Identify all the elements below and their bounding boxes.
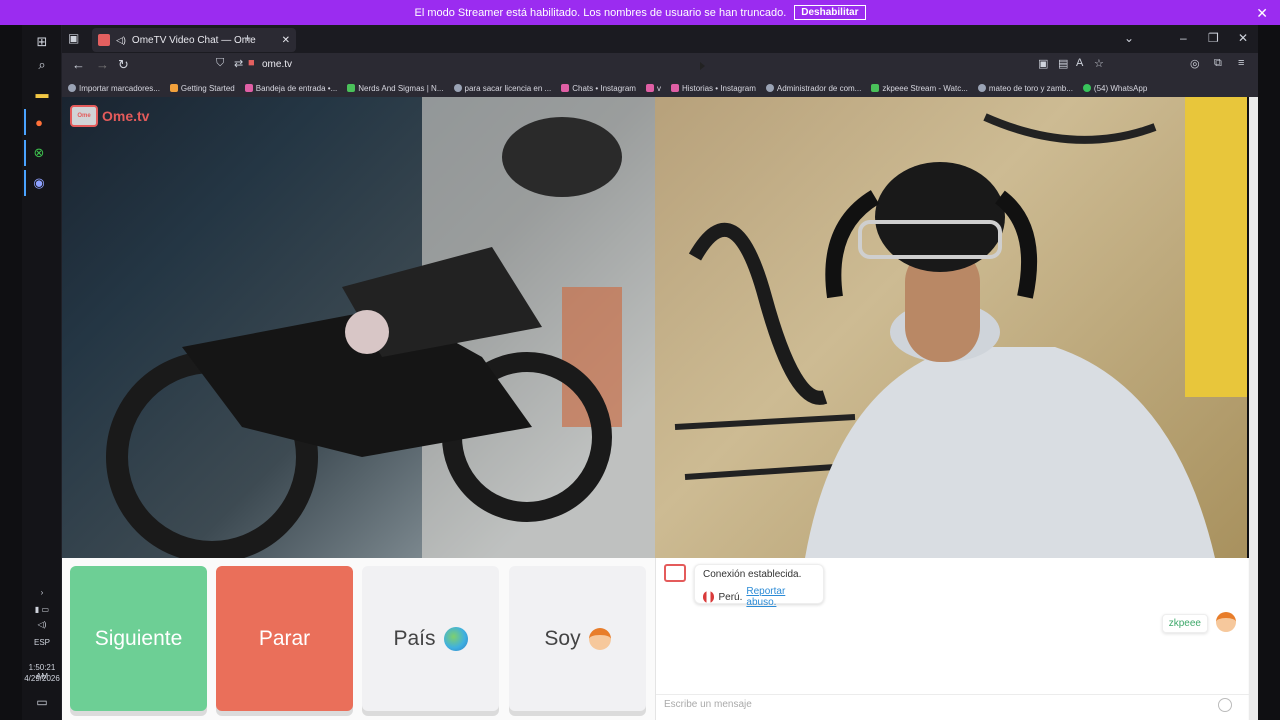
chevron-down-icon[interactable]: ⌄: [1124, 31, 1134, 45]
close-icon[interactable]: ✕: [1256, 5, 1268, 22]
connection-text: Conexión establecida.: [703, 569, 802, 580]
peru-flag-icon: [703, 591, 715, 603]
discord-icon[interactable]: ◉: [24, 170, 52, 196]
bookmark-item[interactable]: Importar marcadores...: [68, 84, 160, 93]
notification-icon[interactable]: ▭: [22, 695, 62, 709]
tab-title: OmeTV Video Chat — Ome: [131, 34, 256, 46]
webcam-scene: [674, 97, 1247, 558]
extensions-icon[interactable]: ⧉: [1214, 57, 1222, 70]
stranger-video: Ome Ome.tv: [62, 97, 655, 558]
chat-panel: Conexión establecida. Perú. Reportar abu…: [655, 558, 1249, 720]
window-close-icon[interactable]: ✕: [1238, 31, 1248, 45]
ometv-controls: Siguiente Parar País Soy Conexión establ…: [62, 558, 1258, 720]
chevron-up-icon[interactable]: ›: [22, 588, 62, 597]
ometv-logo: Ome Ome.tv: [70, 105, 149, 127]
tab-audio-icon[interactable]: ◁): [116, 35, 126, 46]
picture-in-picture-icon[interactable]: ▣: [1038, 57, 1048, 70]
url-bar[interactable]: ome.tv: [262, 59, 292, 70]
firefox-icon[interactable]: ●: [24, 109, 52, 135]
speaker-icon[interactable]: ◁): [22, 620, 62, 629]
bookmark-item[interactable]: Chats • Instagram: [561, 84, 636, 93]
stop-button[interactable]: Parar: [216, 566, 353, 711]
bookmark-item[interactable]: Nerds And Sigmas | N...: [347, 84, 444, 93]
back-icon[interactable]: ←: [72, 57, 85, 72]
bookmarks-bar: Importar marcadores... Getting Started B…: [62, 79, 1258, 97]
bookmark-item[interactable]: Getting Started: [169, 84, 235, 93]
bookmark-item[interactable]: (54) WhatsApp: [1082, 84, 1147, 93]
new-tab-icon[interactable]: +: [244, 31, 251, 45]
account-icon[interactable]: ◎: [1190, 57, 1200, 70]
forward-icon[interactable]: →: [96, 57, 109, 72]
bookmark-item[interactable]: v: [645, 84, 661, 93]
shield-icon[interactable]: ⛉: [216, 57, 224, 70]
translate-icon[interactable]: A: [1076, 57, 1083, 69]
disable-streamer-button[interactable]: Deshabilitar: [794, 5, 866, 20]
restore-icon[interactable]: ❐: [1208, 31, 1219, 45]
bookmark-star-icon[interactable]: ☆: [1094, 57, 1104, 70]
country-text: Perú.: [718, 591, 743, 603]
streamer-mode-banner: El modo Streamer está habilitado. Los no…: [0, 0, 1280, 25]
bookmark-item[interactable]: mateo de toro y zamb...: [977, 84, 1073, 93]
bookmark-item[interactable]: Historias • Instagram: [670, 84, 756, 93]
tv-icon: Ome: [70, 105, 98, 127]
ometv-favicon: [98, 34, 110, 46]
tab-list-icon[interactable]: ▣: [68, 31, 79, 45]
mouse-cursor-icon: [700, 62, 705, 70]
mic-icon[interactable]: ▮ ▭: [22, 605, 62, 614]
reload-icon[interactable]: ↻: [118, 57, 129, 73]
gender-button[interactable]: Soy: [509, 566, 646, 711]
report-abuse-link[interactable]: Reportar abuso.: [746, 586, 815, 608]
banner-text: El modo Streamer está habilitado. Los no…: [414, 6, 787, 19]
xbox-icon[interactable]: ⊗: [24, 140, 52, 166]
tab-ometv[interactable]: ◁) OmeTV Video Chat — Ome ✕: [92, 28, 296, 52]
browser-tab-bar: ▣ ◁) OmeTV Video Chat — Ome ✕ + ⌄ – ❐ ✕: [62, 25, 1258, 53]
self-video: [655, 97, 1247, 558]
minimize-icon[interactable]: –: [1180, 31, 1187, 45]
boy-face-icon: [588, 627, 611, 650]
folder-icon[interactable]: ▬: [28, 80, 56, 106]
reader-icon[interactable]: ▤: [1058, 57, 1068, 70]
next-button[interactable]: Siguiente: [70, 566, 207, 711]
tab-close-icon[interactable]: ✕: [282, 35, 290, 46]
ometv-mini-logo-icon: [664, 564, 686, 582]
bookmark-item[interactable]: zkpeee Stream - Watc...: [871, 84, 968, 93]
search-icon[interactable]: ⌕: [28, 52, 56, 78]
permissions-icon[interactable]: ⇄: [234, 57, 243, 70]
language-indicator[interactable]: ESP: [22, 638, 62, 647]
motorcycle-scene: [106, 97, 655, 558]
user-avatar: [1216, 612, 1236, 632]
bookmark-item[interactable]: Bandeja de entrada •...: [244, 84, 337, 93]
right-rail: [1258, 97, 1280, 720]
system-message: Conexión establecida. Perú. Reportar abu…: [694, 564, 824, 608]
country-button[interactable]: País: [362, 566, 499, 711]
site-icon: ■: [248, 57, 255, 69]
emoji-icon[interactable]: [1218, 698, 1232, 712]
browser-nav-bar: ← → ↻ ⛉ ⇄ ■ ome.tv ▣ ▤ A ☆ ◎ ⧉ ≡: [62, 53, 1258, 79]
bookmark-item[interactable]: para sacar licencia en ...: [453, 84, 551, 93]
bookmark-item[interactable]: Administrador de com...: [765, 84, 861, 93]
globe-icon: [443, 626, 468, 651]
message-input[interactable]: Escribe un mensaje: [656, 694, 1249, 716]
taskbar-date: 4/29/2026: [24, 674, 60, 683]
username-badge: zkpeee: [1161, 614, 1208, 633]
page-scrollbar[interactable]: [1249, 97, 1258, 720]
menu-icon[interactable]: ≡: [1238, 57, 1244, 69]
